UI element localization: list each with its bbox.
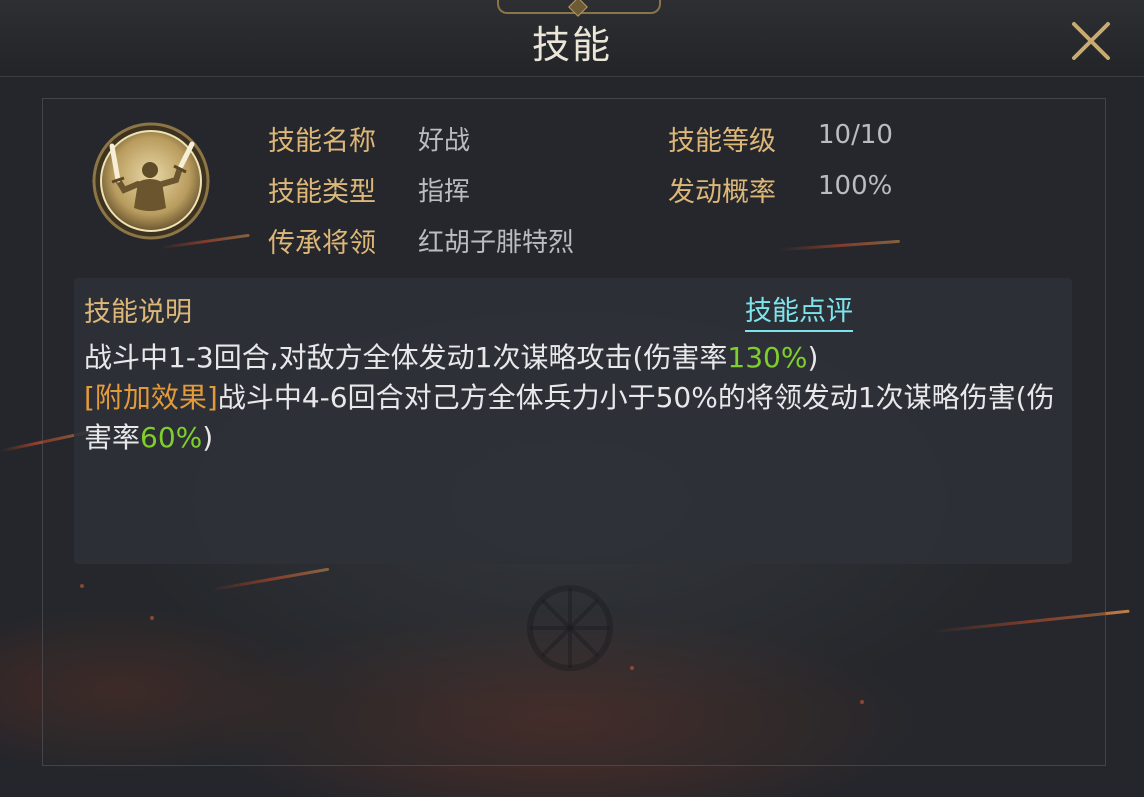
line2-damage-rate: 60%	[140, 421, 203, 454]
commander-swords-medallion-icon	[92, 122, 210, 240]
description-line-2: [附加效果]战斗中4-6回合对己方全体兵力小于50%的将领发动1次谋略伤害(伤害…	[84, 378, 1059, 458]
skill-dialog: 技能 技能名称 好战 技能等级 10/10 技能类型 指挥 发动概率 100% …	[0, 0, 1144, 797]
skill-name-label: 技能名称	[268, 126, 376, 157]
line2-text: 战斗中4-6回合对己方全体兵力小于50%的将领发动1次谋略伤害(伤害率	[84, 381, 1055, 454]
skill-name-value: 好战	[418, 126, 471, 156]
skill-review-link[interactable]: 技能点评	[745, 289, 853, 332]
header-ornament	[497, 0, 661, 17]
skill-level-value: 10/10	[818, 120, 893, 150]
skill-level-label: 技能等级	[668, 126, 776, 157]
line2-end: )	[202, 421, 214, 454]
inherit-general-value: 红胡子腓特烈	[418, 228, 575, 258]
line1-text: 战斗中1-3回合,对敌方全体发动1次谋略攻击(伤害率	[84, 341, 728, 374]
skill-type-label: 技能类型	[268, 177, 376, 208]
trigger-chance-label: 发动概率	[668, 177, 776, 208]
trigger-chance-value: 100%	[818, 171, 893, 201]
description-title: 技能说明	[84, 297, 192, 328]
skill-type-value: 指挥	[418, 177, 471, 207]
description-text: 战斗中1-3回合,对敌方全体发动1次谋略攻击(伤害率130%) [附加效果]战斗…	[84, 338, 1059, 458]
close-button[interactable]	[1066, 16, 1116, 66]
dialog-header: 技能	[0, 0, 1144, 77]
line1-damage-rate: 130%	[727, 341, 808, 374]
line1-end: )	[807, 341, 819, 374]
description-line-1: 战斗中1-3回合,对敌方全体发动1次谋略攻击(伤害率130%)	[84, 338, 1059, 378]
dialog-title: 技能	[531, 23, 612, 67]
inherit-general-label: 传承将领	[268, 228, 376, 259]
extra-effect-tag: [附加效果]	[84, 381, 218, 414]
close-x-icon	[1072, 22, 1110, 60]
